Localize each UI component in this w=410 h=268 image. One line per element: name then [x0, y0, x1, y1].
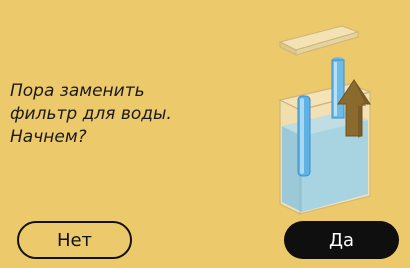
prompt-line-3: Начнем? [10, 127, 87, 147]
water-filter-illustration [250, 18, 380, 218]
tank-lid [278, 25, 360, 56]
filter-replacement-prompt: Пора заменить фильтр для воды. Начнем? [10, 80, 240, 149]
water-filter-replace-icon [278, 25, 372, 215]
filter-replacement-screen: Пора заменить фильтр для воды. Начнем? Н… [0, 0, 410, 268]
yes-button[interactable]: Да [284, 221, 399, 259]
no-button[interactable]: Нет [17, 221, 132, 259]
prompt-line-1: Пора заменить [10, 81, 145, 101]
prompt-line-2: фильтр для воды. [10, 104, 172, 124]
